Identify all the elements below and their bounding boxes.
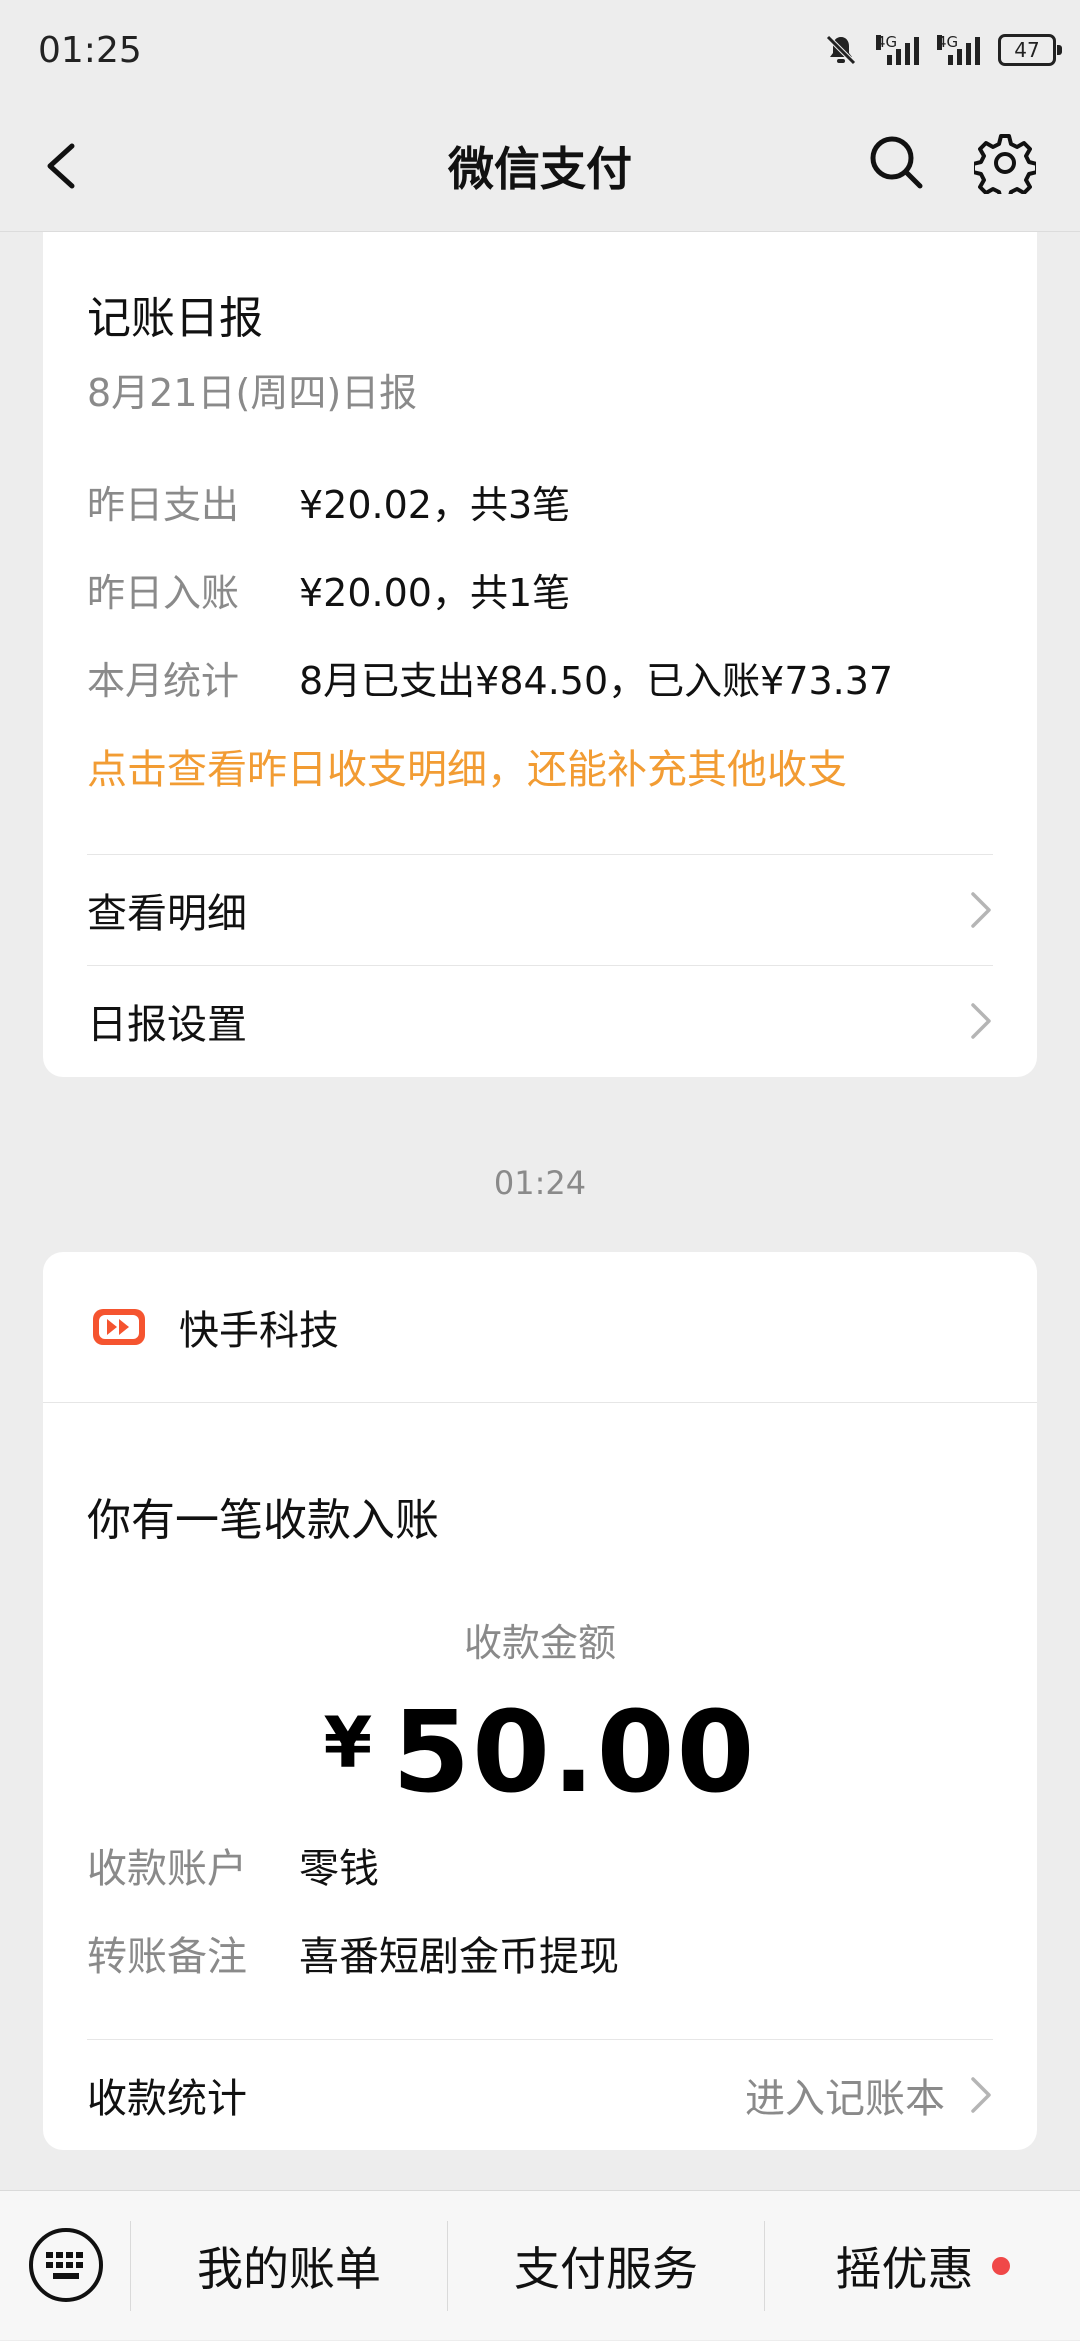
currency-symbol: ¥ [323, 1702, 375, 1784]
report-row-income: 昨日入账 ¥20.00，共1笔 [87, 562, 570, 617]
report-date: 8月21日(周四)日报 [87, 371, 418, 415]
tab-my-bills[interactable]: 我的账单 [131, 2191, 447, 2341]
payment-row-label: 收款账户 [87, 1846, 247, 1892]
amount-value: ¥50.00 [43, 1688, 1037, 1818]
payment-row-account: 收款账户 零钱 [87, 1836, 379, 1894]
mute-bell-icon [826, 35, 856, 65]
status-bar: 01:25 4G 4G 47 [0, 0, 1080, 100]
back-arrow-icon[interactable] [36, 134, 92, 198]
report-title: 记账日报 [87, 293, 263, 344]
tab-label: 我的账单 [197, 2242, 381, 2296]
tab-label: 支付服务 [514, 2242, 698, 2296]
payment-row-note: 转账备注 喜番短剧金币提现 [87, 1924, 619, 1982]
tab-payment-services[interactable]: 支付服务 [448, 2191, 764, 2341]
report-settings-row[interactable]: 日报设置 [87, 966, 993, 1076]
payment-row-label: 转账备注 [87, 1934, 247, 1980]
battery-icon: 47 [998, 34, 1062, 66]
status-time: 01:25 [38, 29, 142, 71]
payment-stats-row[interactable]: 收款统计 进入记账本 [87, 2040, 993, 2150]
status-icons: 4G 4G 47 [824, 33, 1062, 67]
report-row-label: 昨日入账 [87, 571, 240, 615]
message-timestamp: 01:24 [493, 1164, 587, 1202]
kuaishou-logo-icon [93, 1309, 145, 1345]
amount-label: 收款金额 [463, 1621, 616, 1665]
payment-received-card[interactable]: 快手科技 你有一笔收款入账 收款金额 ¥50.00 收款账户 零钱 转账备注 喜… [43, 1252, 1037, 2150]
chevron-right-icon [971, 892, 991, 928]
keyboard-icon[interactable] [26, 2225, 106, 2305]
report-row-value: 8月已支出¥84.50，已入账¥73.37 [299, 659, 894, 703]
bottom-menu-bar: 我的账单 支付服务 摇优惠 [0, 2190, 1080, 2340]
merchant-name: 快手科技 [179, 1308, 339, 1354]
gear-icon[interactable] [974, 132, 1036, 194]
signal-icon-2: 4G [937, 35, 980, 65]
open-ledger-link[interactable]: 进入记账本 [745, 2066, 993, 2124]
report-row-label: 本月统计 [87, 659, 240, 703]
report-row-expense: 昨日支出 ¥20.02，共3笔 [87, 474, 570, 529]
report-row-label: 昨日支出 [87, 483, 240, 527]
view-details-link[interactable]: 点击查看昨日收支明细，还能补充其他收支 [87, 737, 847, 795]
daily-report-card: 记账日报 8月21日(周四)日报 昨日支出 ¥20.02，共3笔 昨日入账 ¥2… [43, 232, 1037, 1077]
menu-label: 查看明细 [87, 891, 247, 937]
payment-heading: 你有一笔收款入账 [87, 1495, 439, 1546]
amount-number: 50.00 [392, 1688, 757, 1818]
report-row-monthly: 本月统计 8月已支出¥84.50，已入账¥73.37 [87, 650, 893, 705]
report-row-value: ¥20.00，共1笔 [299, 571, 571, 615]
notification-dot [991, 2257, 1010, 2275]
divider [43, 1402, 1037, 1403]
view-details-row[interactable]: 查看明细 [87, 855, 993, 965]
chevron-right-icon [971, 1003, 991, 1039]
merchant-header[interactable]: 快手科技 [43, 1252, 1037, 1402]
report-row-value: ¥20.02，共3笔 [299, 483, 571, 527]
signal-icon-1: 4G [876, 35, 919, 65]
chevron-right-icon [971, 2077, 991, 2113]
search-icon[interactable] [866, 132, 926, 192]
payment-row-value: 零钱 [299, 1846, 379, 1892]
menu-label: 日报设置 [87, 1002, 247, 1048]
tab-label: 摇优惠 [835, 2242, 974, 2296]
tab-shake-deals[interactable]: 摇优惠 [765, 2191, 1080, 2341]
payment-row-value: 喜番短剧金币提现 [299, 1934, 619, 1980]
stats-link-text: 进入记账本 [745, 2076, 945, 2122]
stats-label: 收款统计 [87, 2076, 247, 2122]
page-title: 微信支付 [448, 142, 632, 196]
